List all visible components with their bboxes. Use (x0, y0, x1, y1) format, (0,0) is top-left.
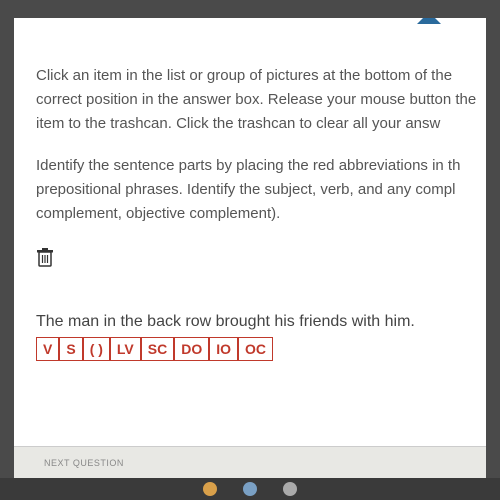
tile-v[interactable]: V (36, 337, 59, 361)
tile-lv[interactable]: LV (110, 337, 141, 361)
instruction-text: Click an item in the list or group of pi… (36, 64, 486, 136)
taskbar-icon[interactable] (243, 482, 257, 496)
tile-s[interactable]: S (59, 337, 82, 361)
exercise-panel: Click an item in the list or group of pi… (14, 18, 486, 478)
taskbar-icon[interactable] (283, 482, 297, 496)
taskbar (0, 478, 500, 500)
tile-io[interactable]: IO (209, 337, 238, 361)
tile-oc[interactable]: OC (238, 337, 273, 361)
tile-paren[interactable]: ( ) (83, 337, 110, 361)
question-text: Identify the sentence parts by placing t… (36, 154, 486, 226)
tile-sc[interactable]: SC (141, 337, 174, 361)
trash-icon[interactable] (36, 248, 54, 273)
caret-up-icon (417, 18, 441, 24)
taskbar-icon[interactable] (203, 482, 217, 496)
bottom-bar: NEXT QUESTION (14, 446, 486, 478)
sentence-text: The man in the back row brought his frie… (36, 313, 486, 331)
answer-tile-row: V S ( ) LV SC DO IO OC (36, 337, 486, 361)
next-question-button[interactable]: NEXT QUESTION (44, 458, 124, 468)
tile-do[interactable]: DO (174, 337, 209, 361)
